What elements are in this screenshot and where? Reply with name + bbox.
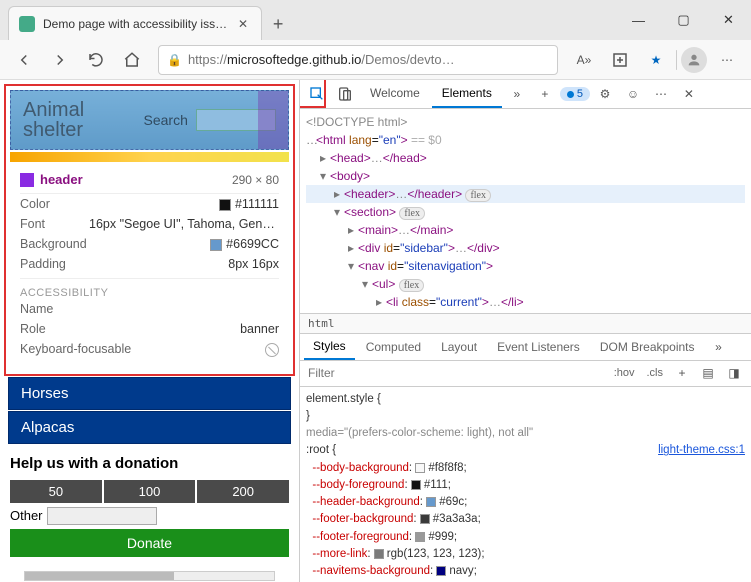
a11y-section-label: ACCESSIBILITY	[20, 278, 279, 299]
nav-item-alpacas[interactable]: Alpacas	[8, 411, 291, 444]
donation-title: Help us with a donation	[10, 455, 289, 472]
more-menu-button[interactable]: ⋯	[711, 44, 743, 76]
amount-200-button[interactable]: 200	[197, 480, 289, 503]
tooltip-tag: header	[40, 172, 83, 187]
back-button[interactable]	[8, 44, 40, 76]
tab-event-listeners[interactable]: Event Listeners	[488, 335, 589, 359]
tab-welcome[interactable]: Welcome	[360, 80, 430, 108]
address-bar[interactable]: 🔒 https://microsoftedge.github.io/Demos/…	[158, 45, 558, 75]
issues-badge[interactable]: 5	[560, 87, 590, 101]
add-tab-button[interactable]: +	[532, 81, 558, 107]
stylesheet-link[interactable]: light-theme.css:1	[658, 442, 745, 459]
other-amount-input[interactable]	[47, 507, 157, 525]
page-viewport: Animal shelter Search header 290 × 80 Co…	[0, 80, 300, 582]
computed-sidebar-icon[interactable]: ▤	[695, 360, 721, 386]
tab-layout[interactable]: Layout	[432, 335, 486, 359]
element-type-icon	[20, 173, 34, 187]
styles-tabs: Styles Computed Layout Event Listeners D…	[300, 334, 751, 361]
maximize-button[interactable]: ▢	[661, 0, 706, 40]
styles-filter-row: :hov .cls + ▤ ◨	[300, 361, 751, 387]
dom-breadcrumb[interactable]: html	[300, 313, 751, 334]
inspector-tooltip: header 290 × 80 Color#111111 Font16px "S…	[10, 162, 289, 370]
new-style-rule-button[interactable]: +	[669, 360, 695, 386]
device-emulation-button[interactable]	[332, 81, 358, 107]
tab-favicon	[19, 16, 35, 32]
na-icon	[265, 343, 279, 357]
new-tab-button[interactable]: +	[262, 8, 294, 40]
nav-item-horses[interactable]: Horses	[8, 377, 291, 410]
header-accent-bar	[10, 152, 289, 162]
browser-tab[interactable]: Demo page with accessibility iss… ✕	[8, 6, 262, 40]
toggle-sidebar-icon[interactable]: ◨	[721, 360, 747, 386]
feedback-icon[interactable]: ☺	[620, 81, 646, 107]
reader-mode-button[interactable]: A»	[568, 44, 600, 76]
donate-button[interactable]: Donate	[10, 529, 289, 557]
divider	[676, 50, 677, 70]
selected-dom-row[interactable]: ▸<header>…</header> flex	[306, 185, 745, 203]
settings-icon[interactable]: ⚙	[592, 81, 618, 107]
tooltip-dimensions: 290 × 80	[232, 173, 279, 187]
callout-highlight	[300, 80, 326, 108]
tab-elements[interactable]: Elements	[432, 80, 502, 108]
tab-computed[interactable]: Computed	[357, 335, 430, 359]
collections-button[interactable]	[604, 44, 636, 76]
donation-section: Help us with a donation 50 100 200 Other…	[4, 445, 295, 567]
profile-avatar[interactable]	[681, 47, 707, 73]
more-options-icon[interactable]: ⋯	[648, 81, 674, 107]
close-window-button[interactable]: ✕	[706, 0, 751, 40]
styles-filter-input[interactable]	[304, 364, 608, 382]
hov-toggle[interactable]: :hov	[608, 364, 641, 382]
home-button[interactable]	[116, 44, 148, 76]
minimize-button[interactable]: ―	[616, 0, 661, 40]
tab-styles[interactable]: Styles	[304, 334, 355, 360]
window-controls: ― ▢ ✕	[616, 0, 751, 40]
horizontal-scrollbar[interactable]	[24, 571, 275, 581]
cls-toggle[interactable]: .cls	[641, 364, 670, 382]
close-devtools-button[interactable]: ✕	[676, 81, 702, 107]
dom-tree[interactable]: <!DOCTYPE html> …<html lang="en"> == $0 …	[300, 109, 751, 313]
favorite-icon[interactable]: ★	[640, 44, 672, 76]
page-title-text: Animal shelter	[23, 100, 136, 140]
site-info-icon[interactable]: 🔒	[167, 53, 182, 67]
other-label: Other	[10, 508, 43, 523]
browser-toolbar: 🔒 https://microsoftedge.github.io/Demos/…	[0, 40, 751, 80]
amount-100-button[interactable]: 100	[104, 480, 196, 503]
search-input[interactable]	[196, 109, 276, 131]
tab-title: Demo page with accessibility iss…	[43, 17, 227, 31]
search-label: Search	[144, 112, 188, 128]
devtools-toolbar: Welcome Elements » + 5 ⚙ ☺ ⋯ ✕	[300, 80, 751, 109]
styles-body[interactable]: element.style { } media="(prefers-color-…	[300, 387, 751, 582]
window-titlebar: Demo page with accessibility iss… ✕ + ― …	[0, 0, 751, 40]
close-tab-icon[interactable]: ✕	[235, 16, 251, 32]
forward-button[interactable]	[44, 44, 76, 76]
tab-dom-breakpoints[interactable]: DOM Breakpoints	[591, 335, 704, 359]
amount-50-button[interactable]: 50	[10, 480, 102, 503]
page-header: Animal shelter Search	[10, 90, 289, 150]
devtools-panel: Welcome Elements » + 5 ⚙ ☺ ⋯ ✕ <!DOCTYPE…	[300, 80, 751, 582]
url-text: https://microsoftedge.github.io/Demos/de…	[188, 52, 455, 67]
inspector-highlight-area: Animal shelter Search header 290 × 80 Co…	[4, 84, 295, 376]
more-styles-tabs-icon[interactable]: »	[706, 334, 732, 360]
refresh-button[interactable]	[80, 44, 112, 76]
more-tabs-button[interactable]: »	[504, 81, 530, 107]
